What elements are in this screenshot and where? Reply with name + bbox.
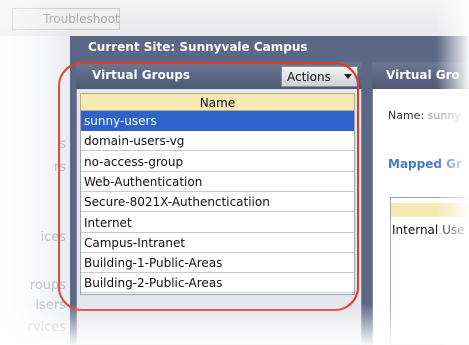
table-row[interactable]: domain-users-vg (81, 131, 354, 152)
table-row[interactable]: no-access-group (81, 151, 354, 172)
left-navigation: s rs ices roups Isers rvices (0, 36, 70, 345)
current-site-label: Current Site: (88, 40, 176, 54)
table-row[interactable]: Secure-8021X-Authencticatiion (81, 192, 354, 213)
mapped-group-row[interactable]: Internal Use (392, 223, 464, 237)
nav-item-1[interactable]: s (59, 137, 66, 152)
current-site-value: Sunnyvale Campus (179, 40, 308, 54)
table-row[interactable]: Web-Authentication (81, 171, 354, 192)
chevron-down-icon[interactable] (344, 74, 352, 79)
mapped-groups-heading: Mapped Gr (388, 157, 462, 171)
detail-title: Virtual Gro (386, 68, 460, 82)
mapped-groups-table (390, 197, 469, 345)
current-site-heading: Current Site: Sunnyvale Campus (88, 40, 308, 54)
name-column-header[interactable]: Name (80, 93, 355, 111)
nav-item-3[interactable]: ices (40, 230, 66, 245)
name-field: Name: sunny (388, 109, 461, 122)
top-menu-bar: Troubleshoot (0, 0, 469, 36)
table-row[interactable]: Campus-Intranet (81, 232, 354, 253)
name-value: sunny (427, 109, 461, 122)
nav-item-6[interactable]: rvices (27, 320, 66, 335)
table-row[interactable]: Building-1-Public-Areas (81, 253, 354, 274)
virtual-groups-title: Virtual Groups (92, 68, 191, 82)
nav-item-2[interactable]: rs (54, 160, 66, 175)
table-row[interactable]: sunny-users (81, 111, 354, 131)
mapped-groups-column-header (391, 203, 469, 217)
app-window: Troubleshoot s rs ices roups Isers rvice… (0, 0, 469, 345)
name-label: Name: (388, 109, 425, 122)
nav-item-5[interactable]: Isers (35, 298, 66, 313)
nav-item-4[interactable]: roups (30, 278, 66, 293)
troubleshoot-tab[interactable]: Troubleshoot (12, 8, 120, 30)
table-row[interactable]: Internet (81, 212, 354, 233)
table-footer-area (80, 295, 355, 315)
table-row[interactable]: Building-2-Public-Areas (81, 273, 354, 294)
